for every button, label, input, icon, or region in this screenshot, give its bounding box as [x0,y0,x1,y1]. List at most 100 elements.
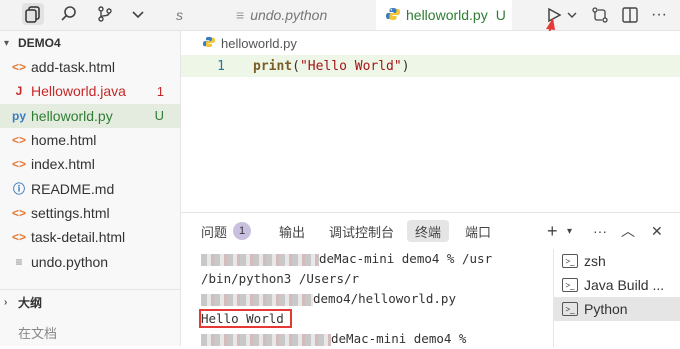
maximize-panel-button[interactable]: ︿ [621,220,635,242]
title-tab-bar: s ≡ undo.python helloworld.py U ··· [0,0,680,31]
file-status-badge: 1 [156,83,164,99]
folder-name: DEMO4 [18,36,61,50]
file-item[interactable]: ⓘ README.md [0,176,180,200]
terminal-line: deMac-mini demo4 % [201,329,551,349]
file-item[interactable]: py helloworld.py U [0,103,180,128]
terminal-output[interactable]: deMac-mini demo4 % /usr /bin/python3 /Us… [199,249,551,349]
file-name: task-detail.html [31,229,126,246]
tab-partial-label: s [176,7,183,23]
redacted-block [201,333,331,346]
file-status-badge: U [154,108,164,124]
file-name: undo.python [31,253,109,270]
new-terminal-button[interactable]: + [547,220,558,242]
more-actions-icon[interactable]: ··· [650,4,668,26]
tab-problems[interactable]: 问题 1 [201,220,252,242]
tab-active-label: helloworld.py [406,7,488,23]
editor-area[interactable]: helloworld.py 1 print("Hello World") [181,31,680,211]
plus-icon: + [547,220,558,241]
file-item[interactable]: <> settings.html [0,201,180,225]
split-icon [622,7,638,23]
terminal-item-zsh[interactable]: >_ zsh [554,249,680,273]
bottom-panel: 问题 1 输出 调试控制台 终端 端口 + ▾ ··· ︿ ✕ deMac-mi… [181,212,680,347]
redacted-block [201,253,319,266]
file-icon: ≡ [236,7,245,23]
terminal-item-label: Java Build ... [584,277,665,293]
file-item[interactable]: <> index.html [0,152,180,176]
file-type-icon: <> [11,60,26,75]
tab-debug-label: 调试控制台 [329,224,395,240]
explorer-icon[interactable] [22,3,44,25]
highlighted-output: Hello World [199,309,292,328]
tab-status-badge: U [495,7,506,23]
tab-undo-python[interactable]: ≡ undo.python [236,0,362,30]
file-name: settings.html [31,204,110,221]
chevron-down-icon [567,12,577,18]
python-icon [386,7,400,24]
file-item[interactable]: <> home.html [0,128,180,152]
file-name: add-task.html [31,59,116,76]
file-type-icon: <> [11,205,26,220]
run-options-dropdown[interactable] [566,4,578,26]
code-paren-close: ) [401,58,410,74]
terminal-item-python[interactable]: >_ Python [554,297,680,321]
file-type-icon: ⓘ [12,182,25,197]
code-function: print [253,58,293,74]
chevron-right-icon: › [4,296,8,308]
outline-title: 大纲 [18,295,43,310]
compare-changes-button[interactable] [591,4,609,26]
file-name: README.md [31,180,115,197]
terminal-list: >_ zsh >_ Java Build ... >_ Python [553,249,680,347]
file-list: <> add-task.html J Helloworld.java 1 py hellow… [0,55,180,274]
diff-icon [592,7,608,23]
outline-header[interactable]: › 大纲 [0,290,180,314]
tab-ports-label: 端口 [465,224,492,240]
explorer-section-header[interactable]: ▾ DEMO4 [0,31,180,55]
split-editor-button[interactable] [621,4,639,26]
close-panel-button[interactable]: ✕ [651,220,663,242]
breadcrumb[interactable]: helloworld.py [181,31,680,55]
terminal-icon: >_ [562,302,578,316]
line-number: 1 [217,58,225,74]
problems-count-badge: 1 [233,222,252,240]
tab-partial[interactable]: s [176,0,183,30]
more-actions-icon[interactable]: ··· [593,220,607,242]
file-name: helloworld.py [31,107,113,124]
chevron-down-icon: ▾ [4,37,10,49]
chevron-down-icon: ▾ [567,225,573,237]
file-type-icon: J [15,84,23,99]
terminal-dropdown[interactable]: ▾ [567,220,572,242]
terminal-item-java-build[interactable]: >_ Java Build ... [554,273,680,297]
code-string: "Hello World" [299,58,402,74]
terminal-icon: >_ [562,254,578,268]
source-control-icon[interactable] [94,3,116,25]
file-type-icon: py [11,108,26,123]
file-item[interactable]: J Helloworld.java 1 [0,79,180,103]
tab-output[interactable]: 输出 [279,220,305,242]
file-item[interactable]: <> task-detail.html [0,225,180,249]
terminal-text: deMac-mini demo4 % /usr [319,251,493,266]
chevron-down-icon[interactable] [127,3,149,25]
breadcrumb-file: helloworld.py [221,35,297,51]
terminal-text: demo4/helloworld.py [313,291,456,306]
tab-output-label: 输出 [279,224,306,240]
search-icon[interactable] [58,3,80,25]
tab-undo-label: undo.python [250,7,328,23]
file-type-icon: <> [11,133,26,148]
terminal-line: demo4/helloworld.py [201,289,551,309]
tab-helloworld-py[interactable]: helloworld.py U [376,0,512,30]
terminal-item-label: Python [584,301,628,317]
terminal-line: Hello World [199,309,551,329]
code-line[interactable]: 1 print("Hello World") [181,55,680,77]
tab-terminal[interactable]: 终端 [407,220,450,242]
terminal-text: deMac-mini demo4 % [331,331,467,346]
code-paren-open: ( [292,58,300,74]
file-item[interactable]: <> add-task.html [0,55,180,79]
file-item[interactable]: ≡ undo.python [0,249,180,273]
tab-debug-console[interactable]: 调试控制台 [329,220,394,242]
terminal-line: deMac-mini demo4 % /usr [201,249,551,269]
file-name: index.html [31,156,95,173]
tab-ports[interactable]: 端口 [465,220,491,242]
file-name: home.html [31,132,97,149]
terminal-icon: >_ [562,278,578,292]
file-type-icon: ≡ [15,254,23,269]
